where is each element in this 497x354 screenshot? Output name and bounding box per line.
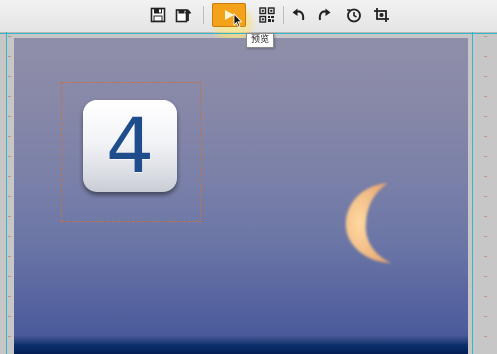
mouse-pointer-icon [233,13,243,28]
crescent-moon-image [345,183,391,263]
publish-button[interactable] [172,4,196,26]
toolbar-separator [283,6,284,24]
left-ruler [8,36,11,354]
crop-screen-icon [374,8,389,22]
undo-icon [292,8,305,21]
screenshot-button[interactable] [370,4,394,26]
save-button[interactable] [146,4,170,26]
toolbar [0,0,497,46]
number-icon-element[interactable]: 4 [83,100,177,192]
design-canvas[interactable]: 4 [14,38,468,354]
vertical-guide-line[interactable] [6,32,7,354]
redo-button[interactable] [312,4,336,26]
icon-digit: 4 [105,101,155,190]
save-icon [150,7,166,23]
history-icon [347,8,361,23]
qr-code-icon [259,7,275,23]
sea-horizon [14,344,468,354]
qrcode-button[interactable] [255,4,279,26]
preview-tooltip: 预览 [246,33,275,48]
redo-icon [318,8,331,21]
right-ruler [484,36,487,354]
editor-window: 预览 4 [0,0,497,354]
toolbar-separator [203,6,204,24]
export-icon [175,9,192,23]
vertical-guide-line[interactable] [472,32,473,354]
undo-button[interactable] [287,4,311,26]
history-button[interactable] [342,4,366,26]
